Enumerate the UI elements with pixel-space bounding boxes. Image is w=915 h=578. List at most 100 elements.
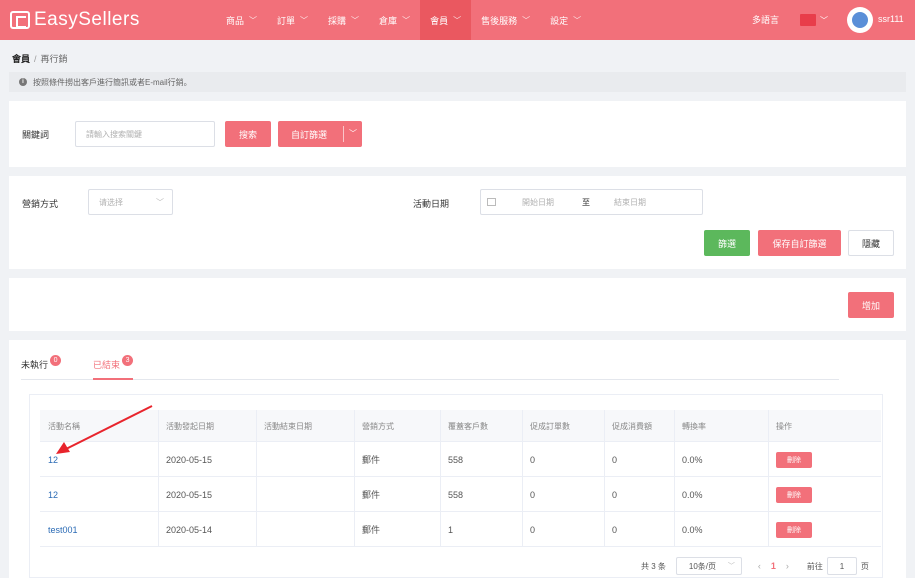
table-row: 12 2020-05-15 郵件 558 0 0 0.0% 刪除 [40,477,881,512]
table-row: 12 2020-05-15 郵件 558 0 0 0.0% 刪除 [40,442,881,477]
cell-amount: 0 [612,524,618,535]
username[interactable]: ssr111 [878,14,904,24]
calendar-icon [487,198,496,206]
main-nav: 商品 ﹀ 訂單 ﹀ 採購 ﹀ 倉庫 ﹀ 會員 ﹀ 售後服務 ﹀ 設定 ﹀ [216,0,591,40]
column-header-end-date[interactable]: 活動結束日期 [256,410,354,442]
info-notice: i 按照條件撈出客戶進行簡訊或者E-mail行銷。 [9,72,906,92]
chevron-down-icon: ﹀ [453,15,462,25]
page-size-value: 10条/页 [688,561,717,571]
count-badge: 3 [122,355,134,366]
nav-item-after-sales[interactable]: 售後服務 ﹀ [471,0,540,40]
nav-item-settings[interactable]: 設定 ﹀ [540,0,591,40]
nav-label: 訂單 [277,15,296,26]
cell-orders: 0 [530,489,536,500]
tab-finished[interactable]: 已結束 3 [93,355,134,380]
status-tabs: 未執行 0 已結束 3 [21,355,839,380]
breadcrumb-current: 再行銷 [40,54,68,64]
delete-button[interactable]: 刪除 [776,451,812,468]
cell-customers: 1 [448,524,454,535]
nav-item-purchasing[interactable]: 採購 ﹀ [318,0,369,40]
cell-orders: 0 [530,454,536,465]
cell-rate: 0.0% [682,524,703,535]
brand-name: EasySellers [34,9,140,30]
column-divider [604,410,605,547]
chevron-down-icon: ﹀ [522,15,531,25]
column-divider [256,410,257,547]
annotation-arrow-icon [56,405,153,454]
goto-page-input[interactable]: 1 [826,557,857,575]
chevron-down-icon: ﹀ [300,15,309,25]
keyword-input[interactable]: 請輸入搜索關鍵 [75,121,215,147]
nav-label: 倉庫 [379,15,398,26]
cell-amount: 0 [612,454,618,465]
top-navigation-bar: EasySellers 商品 ﹀ 訂單 ﹀ 採購 ﹀ 倉庫 ﹀ 會員 ﹀ 售後服務 ﹀ 設定… [0,0,915,40]
save-custom-filter-button[interactable]: 保存自訂篩選 [758,230,841,256]
chevron-down-icon[interactable]: ﹀ [349,128,357,139]
add-button[interactable]: 增加 [848,292,894,318]
custom-filter-button[interactable]: 自訂篩選 ﹀ [278,121,362,147]
breadcrumb-separator: / [34,54,37,64]
avatar[interactable] [847,7,873,33]
table-header: 活動名稱 活動發起日期 活動結束日期 營銷方式 覆蓋客戶數 促成訂單數 促成消費… [40,410,881,442]
nav-item-warehouse[interactable]: 倉庫 ﹀ [369,0,420,40]
tab-not-executed[interactable]: 未執行 0 [21,355,62,380]
date-label: 活動日期 [413,199,450,209]
cell-end-date [256,477,354,512]
nav-item-members[interactable]: 會員 ﹀ [420,0,472,40]
start-date-input[interactable]: 開始日期 [522,197,554,208]
cell-start-date: 2020-05-15 [166,489,213,500]
cell-rate: 0.0% [682,454,703,465]
chevron-down-icon: ﹀ [727,563,735,570]
chevron-down-icon: ﹀ [402,15,411,25]
brand-logo[interactable]: EasySellers [10,9,210,31]
column-header-actions: 操作 [776,421,792,431]
hide-button[interactable]: 隱藏 [848,230,894,256]
column-divider [522,410,523,547]
campaign-name-link[interactable]: test001 [40,512,158,547]
column-divider [354,410,355,547]
delete-button[interactable]: 刪除 [776,521,812,538]
next-page-icon[interactable]: › [786,561,789,571]
prev-page-icon[interactable]: ‹ [758,561,761,571]
language-selector[interactable]: 多語言 [752,13,779,26]
page-size-select[interactable]: 10条/页 ﹀ [675,557,742,575]
filter-button[interactable]: 篩選 [704,230,750,256]
total-count: 共 3 条 [641,561,666,571]
column-divider [768,410,769,547]
search-button[interactable]: 搜索 [225,121,271,147]
cell-start-date: 2020-05-15 [166,454,213,465]
brand-icon [10,11,30,29]
end-date-input[interactable]: 結束日期 [614,197,646,208]
action-panel: 增加 [9,278,906,331]
date-range-picker[interactable]: 開始日期 至 結束日期 [480,189,703,215]
column-header-customers[interactable]: 覆蓋客戶數 [440,410,522,442]
cell-customers: 558 [448,454,464,465]
nav-item-orders[interactable]: 訂單 ﹀ [267,0,318,40]
column-header-rate[interactable]: 轉換率 [674,410,768,442]
nav-label: 設定 [550,15,569,26]
column-header-method[interactable]: 營銷方式 [354,410,440,442]
cell-customers: 558 [448,489,464,500]
campaign-name-link[interactable]: 12 [40,477,158,512]
breadcrumb-root[interactable]: 會員 [12,54,30,64]
nav-label: 會員 [430,15,449,26]
cell-method: 郵件 [362,525,381,535]
column-header-orders[interactable]: 促成訂單數 [522,410,604,442]
page-number-current[interactable]: 1 [771,561,776,571]
cell-actions: 刪除 [768,442,881,477]
method-select[interactable]: 请选择 ﹀ [88,189,173,215]
method-placeholder: 请选择 [99,197,123,207]
custom-filter-label: 自訂篩選 [291,129,328,140]
notice-text: 按照條件撈出客戶進行簡訊或者E-mail行銷。 [33,77,192,87]
theme-color-selector[interactable]: ﹀ [800,10,836,30]
tab-label: 已結束 [93,360,121,370]
user-avatar-icon [852,12,868,28]
column-header-amount[interactable]: 促成消費額 [604,410,674,442]
page-suffix: 页 [860,561,869,571]
nav-item-products[interactable]: 商品 ﹀ [216,0,267,40]
column-header-start-date[interactable]: 活動發起日期 [158,410,256,442]
delete-button[interactable]: 刪除 [776,486,812,503]
cell-actions: 刪除 [768,512,881,547]
nav-label: 採購 [328,15,347,26]
column-divider [158,410,159,547]
